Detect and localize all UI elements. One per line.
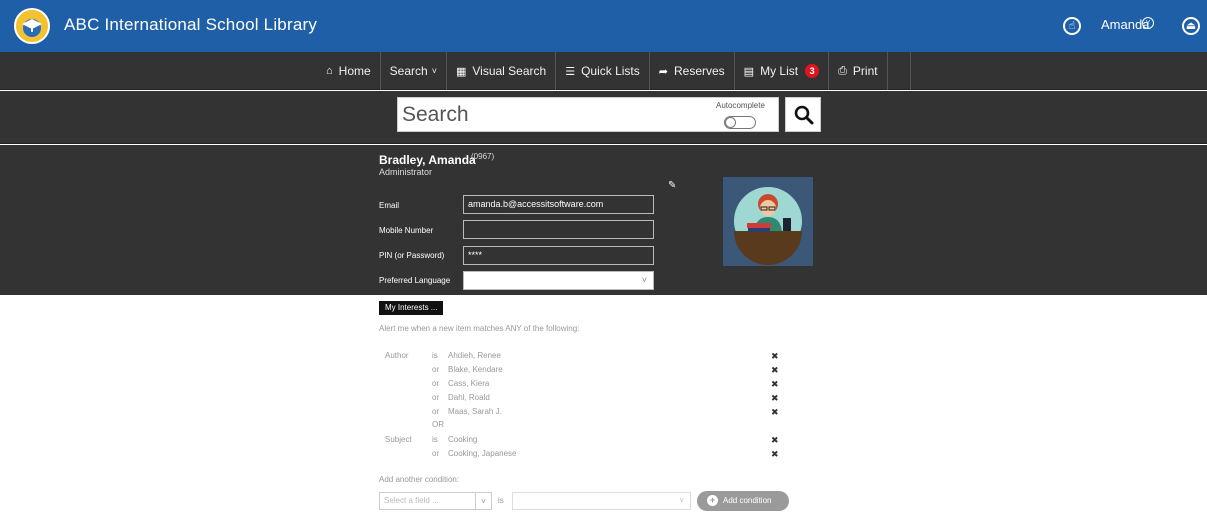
nav-home-label: Home — [338, 64, 371, 78]
share-icon: ➦ — [658, 65, 668, 78]
chevron-down-icon[interactable]: ˅ — [476, 492, 492, 510]
remove-condition-icon[interactable]: ✖ — [771, 435, 779, 446]
autocomplete-label: Autocomplete — [716, 101, 765, 110]
nav-search[interactable]: Search ˅ — [381, 52, 447, 90]
email-label: Email — [379, 201, 400, 210]
search-input[interactable] — [402, 102, 702, 128]
condition-operator: or — [432, 393, 440, 402]
remove-condition-icon[interactable]: ✖ — [771, 351, 779, 362]
nav-my-list-label: My List — [760, 64, 799, 78]
chevron-down-icon: ˅ — [431, 66, 437, 76]
value-select[interactable]: ˅ — [512, 492, 691, 510]
toggle-knob — [725, 117, 736, 128]
mobile-label: Mobile Number — [379, 226, 434, 235]
remove-condition-icon[interactable]: ✖ — [771, 379, 779, 390]
chevron-down-icon: ˅ — [641, 275, 647, 285]
mobile-field[interactable] — [463, 220, 654, 239]
nav-quick-lists[interactable]: ☰ Quick Lists — [556, 52, 650, 90]
condition-operator: or — [432, 379, 440, 388]
condition-operator: or — [432, 407, 440, 416]
condition-operator: or — [432, 365, 440, 374]
remove-condition-icon[interactable]: ✖ — [771, 407, 779, 418]
patron-id: (0967) — [471, 152, 495, 161]
patron-name: Bradley, Amanda — [379, 153, 476, 167]
pin-label: PIN (or Password) — [379, 251, 445, 260]
nav-divider — [888, 52, 911, 90]
nav-reserves-label: Reserves — [673, 64, 725, 78]
school-logo-icon[interactable] — [14, 8, 50, 44]
add-condition-label: Add another condition: — [379, 475, 460, 484]
top-header: ABC International School Library ☝ Amand… — [0, 0, 1207, 52]
language-label: Preferred Language — [379, 276, 451, 285]
list-icon: ☰ — [565, 65, 576, 78]
condition-operator: or — [432, 449, 440, 458]
profile-panel: Bradley, Amanda (0967) Administrator ✎ E… — [0, 145, 1207, 295]
language-select[interactable]: ˅ — [463, 271, 654, 290]
nav-visual-search[interactable]: ▦ Visual Search — [447, 52, 557, 90]
my-interests-button[interactable]: My Interests ... — [379, 301, 444, 315]
nav-print[interactable]: ⎙ Print — [829, 52, 888, 90]
nav-quick-lists-label: Quick Lists — [581, 64, 640, 78]
nav-home[interactable]: ⌂ Home — [317, 52, 381, 90]
my-list-count-badge: 3 — [805, 64, 820, 78]
nav-my-list[interactable]: ▤ My List 3 — [735, 52, 830, 90]
condition-value: Cooking, Japanese — [448, 449, 517, 458]
condition-field: Subject — [385, 435, 412, 444]
condition-operator: is — [432, 351, 438, 360]
app-title[interactable]: ABC International School Library — [64, 15, 317, 35]
search-box: Autocomplete — [397, 97, 779, 132]
print-icon: ⎙ — [838, 64, 847, 77]
condition-field: Author — [385, 351, 409, 360]
add-condition-button[interactable]: + Add condition — [697, 491, 789, 511]
search-icon — [794, 105, 814, 125]
field-select[interactable]: Select a field ... — [379, 492, 476, 510]
pin-field[interactable]: **** — [463, 246, 654, 265]
condition-value: Ahdieh, Renee — [448, 351, 501, 360]
logout-icon[interactable]: ⏏ — [1182, 17, 1200, 35]
condition-value: Blake, Kendare — [448, 365, 503, 374]
search-button[interactable] — [785, 97, 821, 132]
remove-condition-icon[interactable]: ✖ — [771, 365, 779, 376]
alert-description: Alert me when a new item matches ANY of … — [379, 324, 580, 333]
autocomplete-toggle[interactable] — [724, 116, 756, 129]
nav-search-label: Search — [389, 64, 428, 78]
remove-condition-icon[interactable]: ✖ — [771, 393, 779, 404]
email-field[interactable]: amanda.b@accessitsoftware.com — [463, 195, 654, 214]
add-condition-label-text: Add condition — [723, 496, 772, 505]
nav-print-label: Print — [852, 64, 878, 78]
touch-icon[interactable]: ☝ — [1063, 17, 1081, 35]
grid-icon: ▦ — [455, 65, 467, 78]
nav-reserves[interactable]: ➦ Reserves — [650, 52, 735, 90]
chevron-down-icon[interactable]: ˅ — [1142, 17, 1154, 29]
patron-role: Administrator — [379, 167, 433, 177]
main-nav: ⌂ Home Search ˅ ▦ Visual Search ☰ Quick … — [0, 52, 1207, 90]
is-label: is — [498, 496, 504, 505]
list-box-icon: ▤ — [743, 65, 755, 78]
condition-value: Maas, Sarah J. — [448, 407, 502, 416]
search-band: Autocomplete — [0, 91, 1207, 144]
condition-value: Cooking — [448, 435, 478, 444]
condition-value: Dahl, Roald — [448, 393, 490, 402]
edit-icon[interactable]: ✎ — [668, 180, 676, 191]
condition-operator: is — [432, 435, 438, 444]
remove-condition-icon[interactable]: ✖ — [771, 449, 779, 460]
group-or-separator: OR — [432, 420, 444, 429]
home-icon: ⌂ — [326, 65, 333, 77]
nav-visual-search-label: Visual Search — [472, 64, 547, 78]
avatar[interactable] — [723, 177, 813, 266]
plus-icon: + — [707, 495, 718, 506]
chevron-down-icon: ˅ — [679, 496, 684, 505]
condition-value: Cass, Kiera — [448, 379, 490, 388]
